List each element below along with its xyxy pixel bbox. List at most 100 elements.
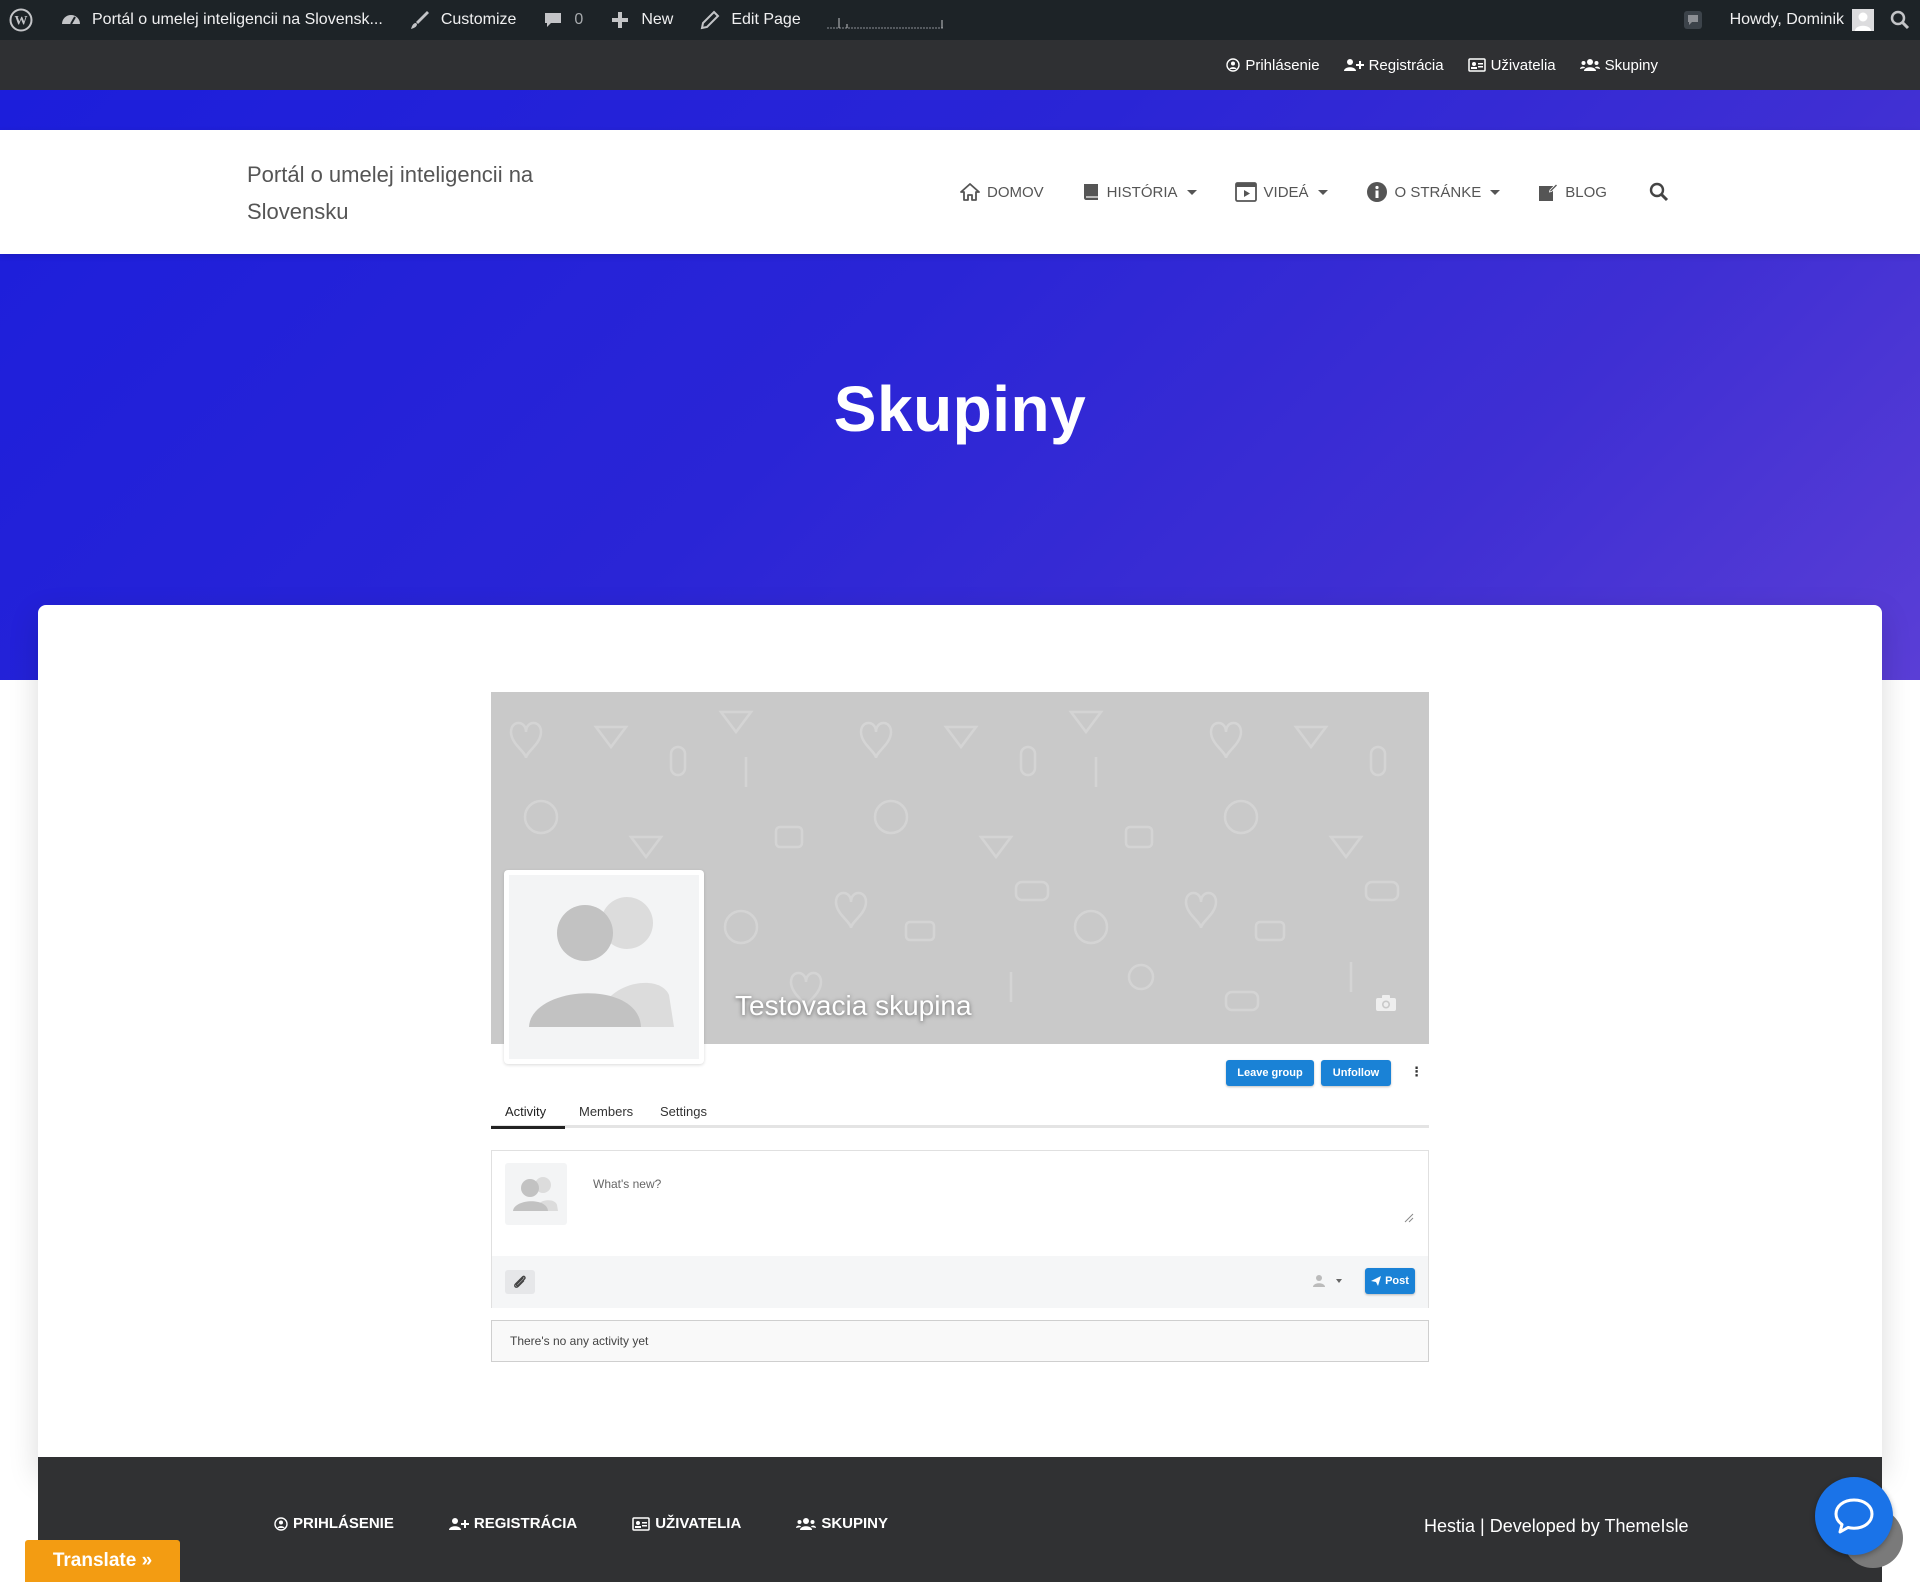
site-brand[interactable]: Portál o umelej inteligencii na Slovensk… <box>247 156 587 230</box>
group-avatar[interactable] <box>504 870 704 1064</box>
wordpress-icon: W <box>8 7 34 33</box>
chevron-down-icon <box>1336 1279 1342 1283</box>
menu-item-o-stranke[interactable]: O STRÁNKE <box>1366 181 1501 203</box>
more-options-icon[interactable]: ⋮ <box>1410 1064 1423 1080</box>
home-icon <box>960 183 980 201</box>
tab-activity[interactable]: Activity <box>505 1104 546 1119</box>
top-bar: Prihlásenie Registrácia Uživatelia Skupi… <box>0 40 1920 90</box>
dashboard-icon <box>58 7 84 33</box>
comment-icon <box>540 7 566 33</box>
topbar-users-label: Uživatelia <box>1490 56 1556 74</box>
camera-icon[interactable] <box>1375 994 1397 1012</box>
site-footer: PRIHLÁSENIE REGISTRÁCIA UŽIVATELIA SKUPI… <box>38 1457 1882 1582</box>
topbar-groups-label: Skupiny <box>1604 56 1658 74</box>
group-avatar-placeholder <box>509 875 699 1059</box>
menu-label-historia: HISTÓRIA <box>1106 183 1178 201</box>
avatar-icon <box>1852 9 1874 31</box>
topbar-login-link[interactable]: Prihlásenie <box>1226 57 1320 74</box>
sparkline-graph <box>826 18 943 29</box>
user-plus-icon <box>1343 58 1364 72</box>
privacy-user-icon <box>1313 1275 1325 1287</box>
edit-page-link[interactable]: Edit Page <box>685 0 812 40</box>
menu-item-historia[interactable]: HISTÓRIA <box>1082 182 1197 202</box>
post-form: What's new? Post <box>491 1150 1429 1308</box>
paper-plane-icon <box>1371 1276 1382 1286</box>
chat-icon <box>1832 1496 1876 1536</box>
notifications-link[interactable] <box>1668 0 1718 40</box>
resize-handle-icon[interactable] <box>1404 1213 1414 1223</box>
site-name-link[interactable]: Portál o umelej inteligencii na Slovensk… <box>46 0 395 40</box>
users-icon <box>1579 58 1600 72</box>
main-menu: DOMOV HISTÓRIA VIDEÁ O STRÁNKE BLOG <box>960 130 1707 254</box>
footer-groups-label: SKUPINY <box>821 1515 888 1532</box>
my-account-link[interactable]: Howdy, Dominik <box>1718 0 1884 40</box>
footer-login-label: PRIHLÁSENIE <box>293 1515 394 1532</box>
unfollow-button[interactable]: Unfollow <box>1321 1060 1391 1086</box>
post-avatar <box>505 1163 567 1225</box>
leave-group-button[interactable]: Leave group <box>1226 1060 1314 1086</box>
menu-item-videa[interactable]: VIDEÁ <box>1234 182 1328 202</box>
id-card-icon <box>1467 58 1486 72</box>
user-circle-icon <box>1226 58 1241 72</box>
search-icon <box>1649 182 1669 202</box>
footer-links: PRIHLÁSENIE REGISTRÁCIA UŽIVATELIA SKUPI… <box>274 1515 888 1532</box>
menu-label-o-stranke: O STRÁNKE <box>1394 183 1482 201</box>
chevron-down-icon <box>1186 189 1197 195</box>
page-title: Skupiny <box>833 373 1087 445</box>
admin-search[interactable] <box>1884 0 1920 40</box>
menu-item-blog[interactable]: BLOG <box>1538 182 1607 202</box>
new-content-link[interactable]: New <box>595 0 685 40</box>
topbar-users-link[interactable]: Uživatelia <box>1467 56 1556 74</box>
tab-members[interactable]: Members <box>579 1104 633 1119</box>
empty-activity-message: There's no any activity yet <box>491 1320 1429 1362</box>
footer-users-link[interactable]: UŽIVATELIA <box>632 1515 741 1532</box>
comments-link[interactable]: 0 <box>528 0 595 40</box>
paperclip-icon <box>512 1274 528 1290</box>
translate-button[interactable]: Translate » <box>25 1540 180 1582</box>
footer-register-link[interactable]: REGISTRÁCIA <box>448 1515 578 1532</box>
post-textarea[interactable]: What's new? <box>593 1177 661 1191</box>
menu-search[interactable] <box>1649 182 1669 202</box>
id-card-icon <box>632 1516 650 1531</box>
chat-button[interactable] <box>1815 1477 1893 1555</box>
tab-settings[interactable]: Settings <box>660 1104 707 1119</box>
customize-link[interactable]: Customize <box>395 0 529 40</box>
attach-button[interactable] <box>505 1270 535 1294</box>
user-plus-icon <box>448 1517 469 1531</box>
notification-icon <box>1680 7 1706 33</box>
menu-label-blog: BLOG <box>1565 183 1607 201</box>
new-label: New <box>641 11 674 28</box>
user-circle-icon <box>274 1516 288 1531</box>
footer-groups-link[interactable]: SKUPINY <box>796 1515 888 1532</box>
pencil-icon <box>697 7 723 33</box>
stats-sparkline[interactable] <box>813 0 957 40</box>
topbar-groups-link[interactable]: Skupiny <box>1579 56 1658 74</box>
info-icon <box>1366 181 1388 203</box>
group-tabs: Activity Members Settings <box>491 1104 1429 1129</box>
book-icon <box>1082 182 1100 202</box>
post-toolbar: Post <box>492 1256 1428 1308</box>
film-icon <box>1234 182 1257 202</box>
chevron-down-icon <box>1490 189 1501 195</box>
topbar-register-link[interactable]: Registrácia <box>1343 56 1444 74</box>
wordpress-menu[interactable]: W <box>0 0 46 40</box>
users-icon <box>796 1517 817 1531</box>
customize-label: Customize <box>440 11 517 28</box>
privacy-selector[interactable] <box>1312 1274 1342 1288</box>
footer-credit-link[interactable]: ThemeIsle <box>1604 1516 1688 1536</box>
chevron-down-icon <box>1317 189 1328 195</box>
group-name: Testovacia skupina <box>735 990 972 1021</box>
admin-bar: W Portál o umelej inteligencii na Sloven… <box>0 0 1920 40</box>
post-button[interactable]: Post <box>1365 1268 1415 1294</box>
menu-item-domov[interactable]: DOMOV <box>960 183 1044 201</box>
footer-credit: Hestia | Developed by ThemeIsle <box>1424 1516 1689 1537</box>
search-icon <box>1890 10 1910 30</box>
site-name: Portál o umelej inteligencii na Slovensk… <box>92 11 383 28</box>
post-button-label: Post <box>1385 1275 1409 1287</box>
footer-login-link[interactable]: PRIHLÁSENIE <box>274 1515 394 1532</box>
footer-register-label: REGISTRÁCIA <box>473 1515 578 1532</box>
svg-text:W: W <box>15 13 28 28</box>
menu-label-videa: VIDEÁ <box>1263 183 1309 201</box>
edit-page-label: Edit Page <box>731 11 801 28</box>
topbar-register-label: Registrácia <box>1368 56 1444 74</box>
